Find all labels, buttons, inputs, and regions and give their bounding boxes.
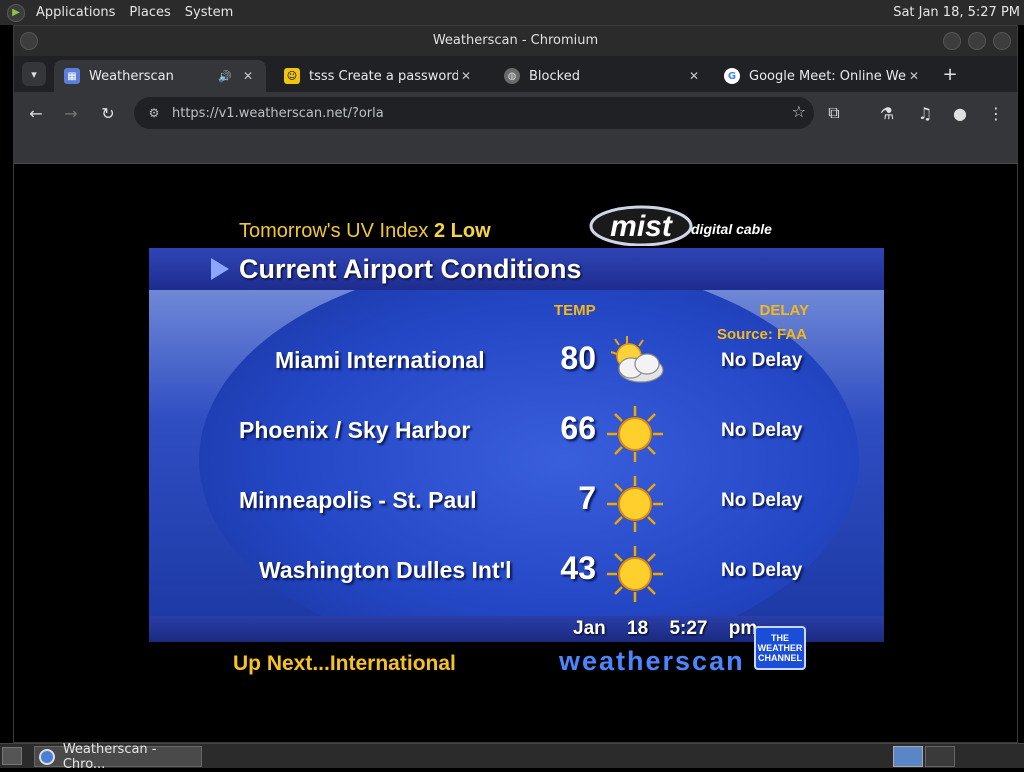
workspace-2[interactable]: [925, 746, 955, 767]
airport-temp: 7: [578, 480, 596, 516]
page-content: Tomorrow's UV Index 2 Low mist digital c…: [14, 164, 1017, 734]
taskbar-window-button[interactable]: Weatherscan - Chro...: [34, 742, 202, 772]
back-icon[interactable]: ←: [24, 101, 48, 125]
minimize-icon[interactable]: [943, 32, 961, 50]
browser-window: Weatherscan - Chromium ▾ ▦ Weatherscan 🔊…: [13, 25, 1018, 743]
tab-blocked[interactable]: ◍ Blocked ✕: [494, 60, 712, 92]
airport-delay: No Delay: [721, 420, 803, 441]
uv-index-label: Tomorrow's UV Index: [239, 220, 429, 242]
profile-avatar-icon[interactable]: ●: [948, 101, 972, 125]
menu-kebab-icon[interactable]: ⋮: [984, 101, 1008, 125]
airport-row: Phoenix / Sky Harbor 66 No Delay: [149, 404, 884, 464]
emoji-favicon-icon: ☺: [284, 68, 300, 84]
airport-temp: 66: [560, 410, 596, 446]
close-tab-icon[interactable]: ✕: [686, 69, 702, 83]
delay-column-header: DELAY: [759, 302, 809, 319]
google-icon: G: [724, 68, 740, 84]
tab-google-meet[interactable]: G Google Meet: Online Web ✕: [714, 60, 932, 92]
airport-row: Minneapolis - St. Paul 7 No Delay: [149, 474, 884, 534]
tab-title: Weatherscan: [89, 68, 174, 84]
weatherscan-favicon-icon: ▦: [64, 68, 80, 84]
taskbar-window-label: Weatherscan - Chro...: [62, 741, 157, 772]
site-settings-icon[interactable]: ⚙: [144, 106, 164, 120]
tab-title: Google Meet: Online Web: [749, 68, 906, 84]
banner-title: Current Airport Conditions: [239, 253, 582, 284]
airport-delay: No Delay: [721, 490, 803, 511]
sunny-icon: [607, 406, 663, 462]
sunny-icon: [607, 546, 663, 602]
tab-strip: ▾ ▦ Weatherscan 🔊 ✕ ☺ tsss Create a pass…: [14, 56, 1017, 92]
top-panel: ▶ Applications Places System Sat Jan 18,…: [0, 0, 1024, 25]
globe-icon: ◍: [504, 68, 520, 84]
airport-name: Washington Dulles Int'l: [259, 557, 512, 583]
airport-row: Miami International 80 No Delay: [149, 334, 884, 394]
media-controls-icon[interactable]: ♫: [913, 101, 937, 125]
uv-index-value: 2 Low: [434, 220, 491, 242]
forward-icon[interactable]: →: [59, 101, 83, 125]
tab-title: Blocked: [529, 68, 580, 84]
digital-cable-text: digital cable: [691, 221, 772, 237]
audio-playing-icon[interactable]: 🔊: [218, 70, 232, 83]
airport-name: Miami International: [275, 347, 485, 373]
section-banner: Current Airport Conditions: [149, 248, 884, 290]
system-menu[interactable]: System: [178, 0, 240, 25]
address-bar[interactable]: ⚙ https://v1.weatherscan.net/?orla ☆: [134, 97, 814, 129]
toolbar-extension-area: [14, 134, 1017, 164]
close-tab-icon[interactable]: ✕: [458, 69, 474, 83]
bookmark-star-icon[interactable]: ☆: [792, 102, 806, 121]
distro-logo-icon[interactable]: ▶: [7, 3, 25, 22]
window-menu-icon[interactable]: [20, 32, 38, 50]
workspace-1[interactable]: [893, 746, 923, 767]
airport-delay: No Delay: [721, 350, 803, 371]
weatherscan-brand: weatherscan: [559, 646, 745, 676]
extensions-icon[interactable]: ⧉: [822, 101, 846, 125]
tab-password[interactable]: ☺ tsss Create a password-p ✕: [274, 60, 484, 92]
close-window-icon[interactable]: [993, 32, 1011, 50]
show-desktop-icon[interactable]: [2, 747, 22, 765]
sunny-icon: [607, 476, 663, 532]
up-next-text: Up Next...International: [233, 652, 456, 675]
temp-column-header: TEMP: [554, 302, 596, 319]
panel-clock[interactable]: Sat Jan 18, 5:27 PM: [893, 0, 1020, 25]
mist-logo-text: mist: [610, 210, 674, 243]
airport-name: Minneapolis - St. Paul: [239, 487, 477, 513]
airport-temp: 80: [560, 340, 596, 376]
maximize-icon[interactable]: [968, 32, 986, 50]
airport-conditions-panel: TEMP DELAY Source: FAA Miami Internation…: [149, 290, 884, 616]
date-time: Jan 18 5:27 pm: [573, 618, 757, 640]
play-triangle-icon: [211, 258, 229, 280]
time-text: 5:27 pm: [669, 618, 758, 639]
chromium-icon: [39, 748, 55, 765]
weatherscan-screen[interactable]: Tomorrow's UV Index 2 Low mist digital c…: [149, 172, 884, 723]
airport-row: Washington Dulles Int'l 43 No Delay: [149, 544, 884, 604]
close-tab-icon[interactable]: ✕: [240, 69, 256, 83]
labs-flask-icon[interactable]: ⚗: [875, 101, 899, 125]
tab-weatherscan[interactable]: ▦ Weatherscan 🔊 ✕: [54, 60, 266, 92]
window-titlebar[interactable]: Weatherscan - Chromium: [14, 26, 1017, 56]
window-title: Weatherscan - Chromium: [432, 33, 599, 48]
weather-channel-logo: THE WEATHER CHANNEL: [754, 626, 806, 670]
url-text[interactable]: https://v1.weatherscan.net/?orla: [172, 106, 384, 121]
close-tab-icon[interactable]: ✕: [906, 69, 922, 83]
tab-search-icon[interactable]: ▾: [22, 62, 46, 86]
airport-delay: No Delay: [721, 560, 803, 581]
reload-icon[interactable]: ↻: [96, 101, 120, 125]
places-menu[interactable]: Places: [122, 0, 177, 25]
airport-name: Phoenix / Sky Harbor: [239, 417, 471, 443]
new-tab-icon[interactable]: +: [938, 62, 962, 86]
applications-menu[interactable]: Applications: [29, 0, 122, 25]
airport-temp: 43: [560, 550, 596, 586]
mist-logo: mist digital cable: [589, 204, 789, 247]
date-text: Jan 18: [573, 618, 649, 639]
bottom-taskbar: Weatherscan - Chro...: [0, 742, 1024, 772]
tab-title: tsss Create a password-p: [309, 68, 458, 84]
uv-index: Tomorrow's UV Index 2 Low: [239, 220, 491, 243]
browser-toolbar: ← → ↻ ⚙ https://v1.weatherscan.net/?orla…: [14, 92, 1017, 134]
partly-cloudy-icon: [610, 336, 664, 383]
